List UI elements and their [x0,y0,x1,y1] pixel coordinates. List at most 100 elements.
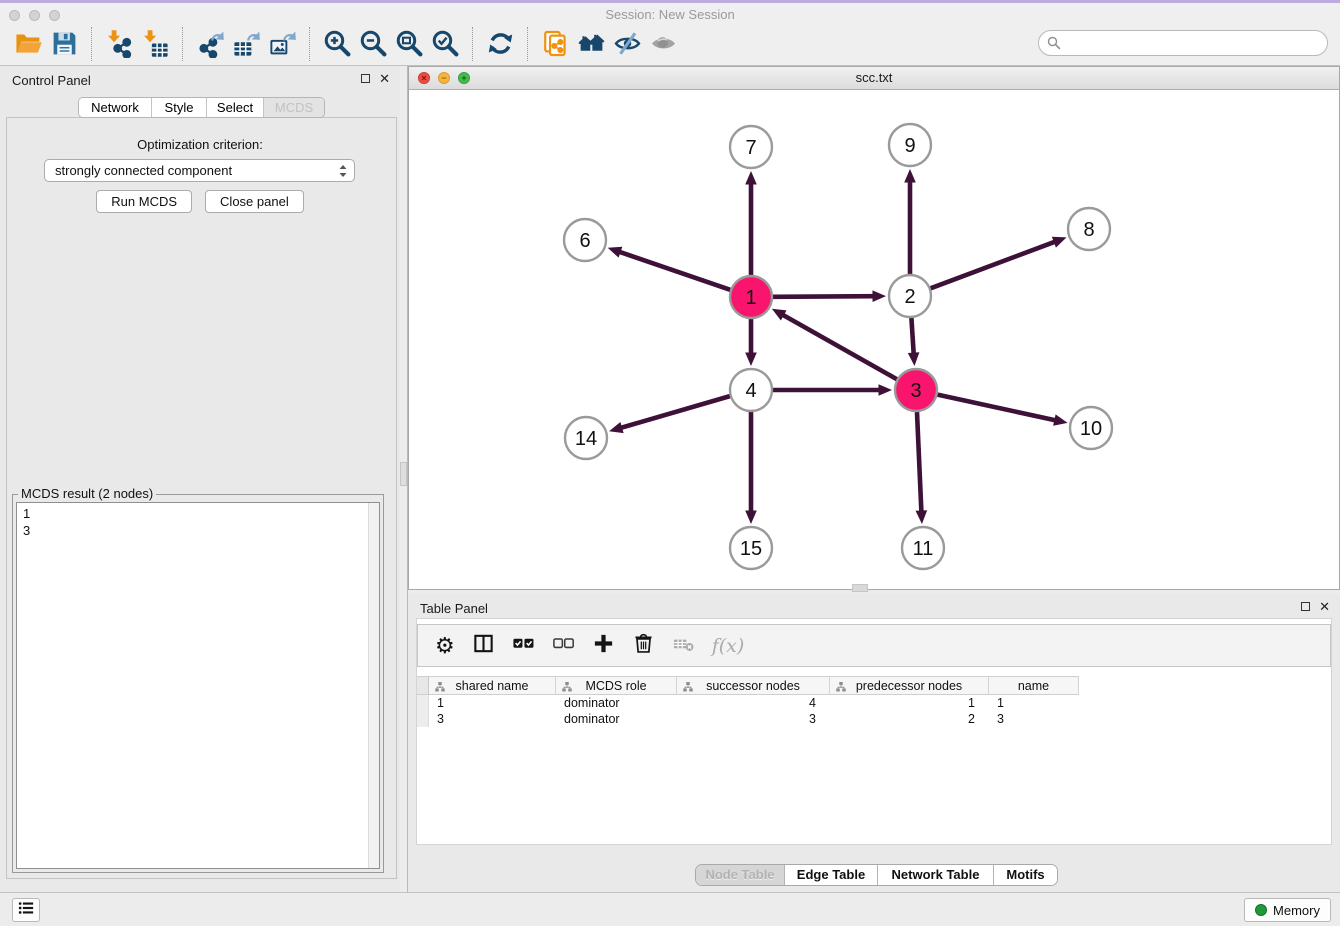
table-panel-close-icon[interactable]: ✕ [1319,602,1330,611]
zoom-in-button[interactable] [319,26,355,62]
task-history-button[interactable] [12,898,40,922]
cell-mcds-role[interactable]: dominator [556,695,677,711]
graph-edge-4-14[interactable] [609,396,730,433]
horizontal-split-handle[interactable] [852,584,868,592]
optimization-criterion-select[interactable]: strongly connected component [44,159,355,182]
control-tab-style[interactable]: Style [152,98,207,117]
column-header-predecessor-nodes[interactable]: predecessor nodes [830,676,989,695]
network-minimize-icon[interactable]: − [438,72,450,84]
cell-predecessor-nodes[interactable]: 2 [830,711,989,727]
zoom-selected-button[interactable] [427,26,463,62]
svg-text:8: 8 [1083,219,1094,241]
graph-edge-1-7[interactable] [745,171,757,275]
control-tab-mcds[interactable]: MCDS [264,98,324,117]
graph-edge-2-3[interactable] [908,318,920,366]
show-all-networks-button[interactable] [573,26,609,62]
settings-gear-icon: ⚙ [435,635,455,657]
cell-successor-nodes[interactable]: 3 [677,711,830,727]
graph-node-3[interactable]: 3 [895,369,937,411]
network-maximize-icon[interactable]: + [458,72,470,84]
import-network-button[interactable] [101,26,137,62]
status-bar: Memory [0,892,1340,926]
deselect-all-button[interactable] [552,632,575,660]
zoom-in-icon [323,29,352,58]
cell-name[interactable]: 3 [989,711,1079,727]
graph-edge-3-11[interactable] [916,412,928,524]
cell-predecessor-nodes[interactable]: 1 [830,695,989,711]
graph-node-6[interactable]: 6 [564,219,606,261]
function-builder-button[interactable]: f(x) [712,635,745,657]
close-panel-button[interactable]: Close panel [205,190,304,213]
run-mcds-button[interactable]: Run MCDS [96,190,192,213]
graph-node-11[interactable]: 11 [902,527,944,569]
graph-edge-1-4[interactable] [745,319,757,366]
column-header-name[interactable]: name [989,676,1079,695]
table-row[interactable]: 3dominator323 [417,711,1079,727]
save-button[interactable] [46,26,82,62]
mcds-result-list[interactable]: 13 [16,502,380,869]
cell-shared-name[interactable]: 3 [429,711,556,727]
select-all-button[interactable] [512,632,535,660]
control-panel-close-icon[interactable]: ✕ [379,74,390,83]
refresh-layout-button[interactable] [482,26,518,62]
export-network-button[interactable] [192,26,228,62]
memory-button-label: Memory [1273,903,1320,918]
column-header-successor-nodes[interactable]: successor nodes [677,676,830,695]
control-tab-select[interactable]: Select [207,98,264,117]
column-settings-button[interactable] [472,632,495,660]
tab-node-table[interactable]: Node Table [696,865,785,885]
table-panel-float-icon[interactable] [1301,602,1310,611]
save-icon [50,29,79,58]
graph-node-8[interactable]: 8 [1068,208,1110,250]
duplicate-network-button[interactable] [537,26,573,62]
network-canvas[interactable]: 7 9 6 8 1 2 4 3 14 10 15 11 [409,90,1339,589]
zoom-fit-button[interactable] [391,26,427,62]
vertical-split-divider[interactable] [400,66,408,892]
graph-edge-3-10[interactable] [937,395,1067,426]
tab-network-table[interactable]: Network Table [878,865,994,885]
cell-shared-name[interactable]: 1 [429,695,556,711]
tab-edge-table[interactable]: Edge Table [785,865,878,885]
cell-mcds-role[interactable]: dominator [556,711,677,727]
hide-selected-button[interactable] [609,26,645,62]
graph-edge-3-1[interactable] [772,309,897,379]
cell-successor-nodes[interactable]: 4 [677,695,830,711]
zoom-out-button[interactable] [355,26,391,62]
column-header-mcds-role[interactable]: MCDS role [556,676,677,695]
graph-node-15[interactable]: 15 [730,527,772,569]
column-header-shared-name[interactable]: shared name [429,676,556,695]
graph-node-2[interactable]: 2 [889,275,931,317]
open-folder-button[interactable] [10,26,46,62]
graph-node-4[interactable]: 4 [730,369,772,411]
graph-node-7[interactable]: 7 [730,126,772,168]
control-tab-network[interactable]: Network [79,98,152,117]
graph-edge-2-9[interactable] [904,169,916,274]
vertical-split-handle[interactable] [400,462,407,486]
result-scrollbar[interactable] [368,503,379,868]
export-table-button[interactable] [228,26,264,62]
graph-edge-1-2[interactable] [773,290,886,302]
settings-gear-button[interactable]: ⚙ [435,635,455,657]
tab-motifs[interactable]: Motifs [994,865,1057,885]
export-table-icon [232,29,261,58]
import-table-button[interactable] [137,26,173,62]
graph-node-10[interactable]: 10 [1070,407,1112,449]
memory-button[interactable]: Memory [1244,898,1331,922]
graph-node-14[interactable]: 14 [565,417,607,459]
graph-edge-4-3[interactable] [773,384,892,396]
graph-edge-4-15[interactable] [745,412,757,524]
show-hidden-button[interactable] [645,26,681,62]
add-entry-button[interactable] [592,632,615,660]
network-close-icon[interactable]: × [418,72,430,84]
search-input[interactable] [1038,30,1328,56]
graph-node-9[interactable]: 9 [889,124,931,166]
export-image-button[interactable] [264,26,300,62]
graph-node-1[interactable]: 1 [730,276,772,318]
delete-entry-button[interactable] [632,632,655,660]
control-panel-float-icon[interactable] [361,74,370,83]
graph-edge-2-8[interactable] [931,237,1067,289]
table-row[interactable]: 1dominator411 [417,695,1079,711]
delete-table-button[interactable] [672,632,695,660]
cell-name[interactable]: 1 [989,695,1079,711]
graph-edge-1-6[interactable] [608,247,730,290]
